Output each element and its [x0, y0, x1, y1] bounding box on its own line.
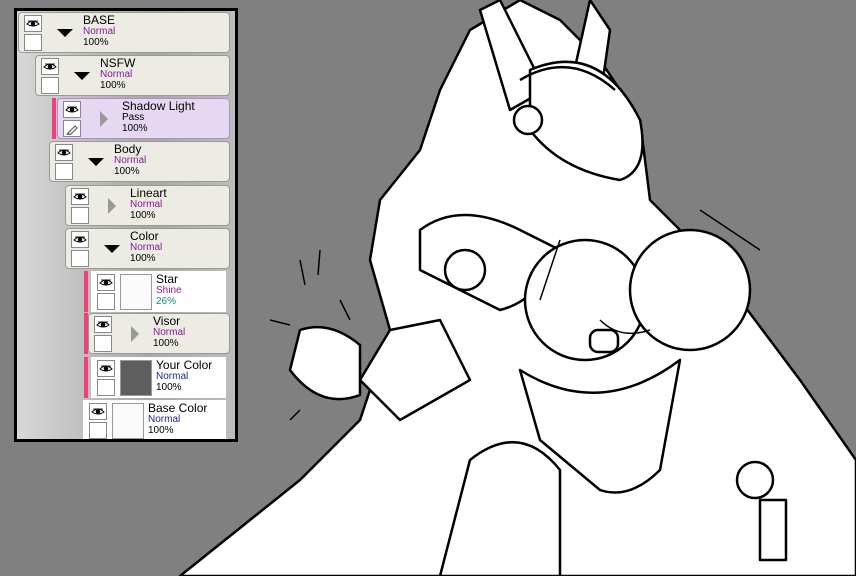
layer-blend-mode: Normal: [83, 26, 116, 37]
layer-blend-mode: Pass: [122, 112, 145, 123]
layer-name: Visor: [153, 314, 181, 328]
layer-lock-checkbox[interactable]: [97, 379, 115, 396]
folder-expanded-icon[interactable]: [74, 72, 90, 80]
layer-lock-checkbox[interactable]: [24, 34, 42, 51]
layer-name: Shadow Light: [122, 99, 195, 113]
layer-lock-checkbox[interactable]: [71, 207, 89, 224]
layer-thumbnail: [112, 403, 144, 439]
layer-opacity: 100%: [153, 338, 179, 349]
visibility-eye-icon[interactable]: [55, 144, 73, 161]
layer-row-nsfw[interactable]: NSFW Normal 100%: [35, 55, 230, 96]
layer-name: Color: [130, 229, 159, 243]
visibility-eye-icon[interactable]: [41, 58, 59, 75]
layer-name: Your Color: [156, 358, 213, 372]
folder-expanded-icon[interactable]: [88, 158, 104, 166]
layer-blend-mode: Normal: [153, 327, 186, 338]
layer-opacity: 100%: [114, 166, 140, 177]
layer-lock-checkbox[interactable]: [41, 77, 59, 94]
visibility-eye-icon[interactable]: [63, 101, 81, 118]
layer-row-your-color[interactable]: Your Color Normal 100%: [91, 357, 226, 398]
layer-blend-mode: Normal: [130, 242, 163, 253]
folder-expanded-icon[interactable]: [104, 245, 120, 253]
layer-opacity: 100%: [130, 210, 156, 221]
layer-thumbnail: [120, 360, 152, 396]
layer-row-base-color[interactable]: Base Color Normal 100%: [83, 400, 226, 439]
layer-lock-checkbox[interactable]: [97, 293, 115, 310]
layer-row-lineart[interactable]: Lineart Normal 100%: [65, 185, 230, 226]
layer-row-shadow-light[interactable]: Shadow Light Pass 100%: [57, 98, 230, 139]
layer-opacity: 100%: [156, 382, 182, 393]
layer-thumbnail: [120, 274, 152, 310]
layer-opacity: 100%: [83, 37, 109, 48]
layer-lock-checkbox[interactable]: [55, 163, 73, 180]
layer-lock-checkbox[interactable]: [89, 422, 107, 439]
layer-row-base[interactable]: BASE Normal 100%: [18, 12, 230, 53]
visibility-eye-icon[interactable]: [24, 15, 42, 32]
layer-blend-mode: Normal: [156, 371, 189, 382]
layer-row-visor[interactable]: Visor Normal 100%: [88, 313, 230, 354]
layer-opacity: 100%: [148, 425, 174, 436]
layer-lock-checkbox[interactable]: [71, 250, 89, 267]
layer-blend-mode: Normal: [100, 69, 133, 80]
clipping-indicator: [52, 98, 56, 139]
visibility-eye-icon[interactable]: [71, 188, 89, 205]
layer-opacity: 100%: [100, 80, 126, 91]
folder-collapsed-icon[interactable]: [131, 326, 139, 342]
layer-opacity: 100%: [130, 253, 156, 264]
layer-blend-mode: Normal: [148, 414, 181, 425]
folder-collapsed-icon[interactable]: [100, 111, 108, 127]
layer-row-color[interactable]: Color Normal 100%: [65, 228, 230, 269]
layer-name: NSFW: [100, 56, 136, 70]
layer-blend-mode: Normal: [130, 199, 163, 210]
layer-blend-mode: Shine: [156, 285, 182, 296]
layer-opacity: 26%: [156, 296, 177, 307]
folder-expanded-icon[interactable]: [57, 29, 73, 37]
layer-row-star[interactable]: Star Shine 26%: [91, 271, 226, 312]
layer-name: BASE: [83, 13, 116, 27]
layer-opacity: 100%: [122, 123, 148, 134]
layer-lock-checkbox[interactable]: [94, 335, 112, 352]
visibility-eye-icon[interactable]: [97, 274, 115, 291]
layer-name: Base Color: [148, 401, 208, 415]
visibility-eye-icon[interactable]: [71, 231, 89, 248]
visibility-eye-icon[interactable]: [89, 403, 107, 420]
visibility-eye-icon[interactable]: [97, 360, 115, 377]
edit-pencil-icon[interactable]: [63, 120, 81, 137]
layer-name: Body: [114, 142, 142, 156]
layer-name: Lineart: [130, 186, 167, 200]
layer-panel: BASE Normal 100% NSFW Normal 100% Shadow…: [14, 8, 238, 442]
clipping-indicator: [84, 271, 88, 312]
clipping-indicator: [84, 357, 88, 398]
layer-row-body[interactable]: Body Normal 100%: [49, 141, 230, 182]
folder-collapsed-icon[interactable]: [108, 198, 116, 214]
layer-name: Star: [156, 272, 179, 286]
visibility-eye-icon[interactable]: [94, 316, 112, 333]
layer-blend-mode: Normal: [114, 155, 147, 166]
